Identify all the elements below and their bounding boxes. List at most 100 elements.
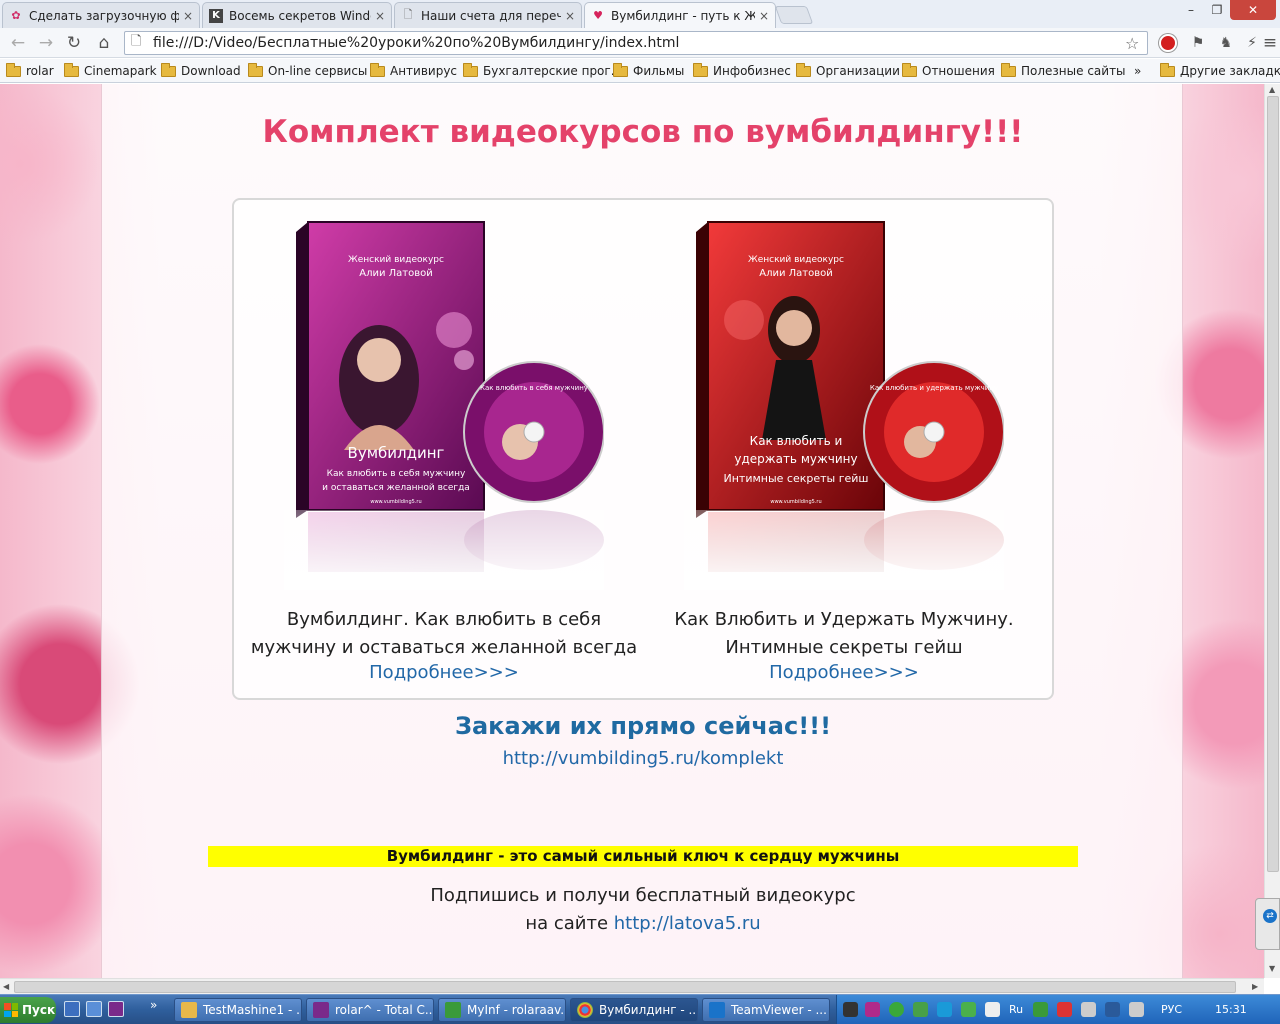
- bookmark-folder[interactable]: rolar: [6, 62, 54, 80]
- tray-skype-icon[interactable]: [937, 1002, 952, 1017]
- bookmark-folder[interactable]: Отношения: [902, 62, 995, 80]
- folder-icon: [370, 62, 385, 77]
- home-button[interactable]: ⌂: [92, 31, 116, 55]
- other-bookmarks[interactable]: Другие закладки: [1160, 62, 1280, 80]
- scroll-up-icon[interactable]: ▲: [1269, 85, 1275, 94]
- tray-check-icon[interactable]: [1033, 1002, 1048, 1017]
- reload-button[interactable]: ↻: [62, 31, 86, 55]
- tab-close-icon[interactable]: ×: [759, 9, 769, 23]
- bookmark-folder[interactable]: Инфобизнес: [693, 62, 791, 80]
- language-indicator[interactable]: РУС: [1161, 1003, 1182, 1016]
- url-input[interactable]: [153, 35, 1125, 51]
- tray-info-icon[interactable]: [889, 1002, 904, 1017]
- bookmark-folder[interactable]: Фильмы: [613, 62, 684, 80]
- order-title: Закажи их прямо сейчас!!!: [454, 712, 832, 740]
- box-label: Женский видеокурс: [748, 255, 844, 265]
- bookmark-folder[interactable]: On-line сервисы: [248, 62, 367, 80]
- horizontal-scrollbar[interactable]: ◀ ▶: [0, 978, 1264, 994]
- tray-update-icon[interactable]: [913, 1002, 928, 1017]
- tab-1[interactable]: ✿ Сделать загрузочную фл ×: [2, 2, 200, 28]
- tray-network-icon[interactable]: [1057, 1002, 1072, 1017]
- quicklaunch-overflow[interactable]: »: [150, 998, 166, 1014]
- teamviewer-panel-tab[interactable]: ⇄: [1255, 898, 1280, 950]
- k-favicon-icon: K: [209, 8, 223, 23]
- taskbar-button[interactable]: rolar^ - Total C...: [306, 998, 434, 1022]
- close-window-button[interactable]: ✕: [1230, 0, 1276, 20]
- tray-torrent-icon[interactable]: [961, 1002, 976, 1017]
- address-bar[interactable]: 🗋 ☆: [124, 31, 1148, 55]
- folder-icon: [248, 62, 263, 77]
- folder-icon: [1001, 62, 1016, 77]
- more-link[interactable]: Подробнее>>>: [644, 662, 1044, 683]
- tray-display-icon[interactable]: [1105, 1002, 1120, 1017]
- tab-close-icon[interactable]: ×: [565, 9, 575, 23]
- bookmark-label: Фильмы: [633, 64, 685, 78]
- subscribe-link[interactable]: http://latova5.ru: [614, 913, 761, 934]
- bookmark-folder[interactable]: Организации: [796, 62, 900, 80]
- browser-toolbar: ← → ↻ ⌂ 🗋 ☆ ⚑ ♞ ⚡ ≡: [0, 28, 1280, 58]
- box-author: Алии Латовой: [759, 268, 833, 279]
- scroll-right-icon[interactable]: ▶: [1252, 982, 1258, 991]
- bookmarks-overflow-button[interactable]: »: [1134, 62, 1141, 80]
- new-tab-button[interactable]: [774, 6, 814, 24]
- scroll-thumb[interactable]: [1267, 96, 1279, 872]
- explorer-icon[interactable]: [86, 1001, 102, 1017]
- taskbar-button[interactable]: TeamViewer - ...: [702, 998, 830, 1022]
- tab-close-icon[interactable]: ×: [375, 9, 385, 23]
- clock[interactable]: 15:31: [1215, 1003, 1247, 1016]
- product-card: Женский видеокурс Алии Латовой Как влюби…: [644, 212, 1044, 683]
- forward-button[interactable]: →: [34, 31, 58, 55]
- bookmark-label: Отношения: [922, 64, 995, 78]
- page-headline: Комплект видеокурсов по вумбилдингу!!!: [262, 114, 1024, 150]
- minimize-button[interactable]: –: [1178, 0, 1204, 20]
- tray-lang-short[interactable]: Ru: [1009, 1003, 1023, 1016]
- flower-favicon-icon: ✿: [11, 9, 21, 22]
- taskbar-button[interactable]: TestMashine1 - ...: [174, 998, 302, 1022]
- bookmark-folder[interactable]: Download: [161, 62, 241, 80]
- show-desktop-icon[interactable]: [64, 1001, 80, 1017]
- order-link[interactable]: http://vumbilding5.ru/komplekt: [102, 748, 1184, 769]
- tab-4-active[interactable]: ♥ Вумбилдинг - путь к Жен ×: [584, 2, 776, 28]
- scroll-down-icon[interactable]: ▼: [1269, 964, 1275, 973]
- dvd-box-image[interactable]: Женский видеокурс Алии Латовой Как влюби…: [684, 220, 1004, 590]
- taskbar-button-active[interactable]: Вумбилдинг - ...: [570, 998, 698, 1022]
- bookmark-label: Бухгалтерские прог...: [483, 64, 623, 78]
- tab-2[interactable]: K Восемь секретов Window ×: [202, 2, 392, 28]
- taskbar-button[interactable]: MyInf - rolaraav...: [438, 998, 566, 1022]
- taskbar: Пуск » TestMashine1 - ... rolar^ - Total…: [0, 994, 1280, 1024]
- more-link[interactable]: Подробнее>>>: [244, 662, 644, 683]
- start-button[interactable]: Пуск: [0, 997, 56, 1023]
- bookmark-folder[interactable]: Бухгалтерские прог...: [463, 62, 622, 80]
- tray-wifi-icon[interactable]: [985, 1002, 1000, 1017]
- star-bookmark-icon[interactable]: ☆: [1125, 34, 1147, 53]
- folder-icon: [796, 62, 811, 77]
- bookmark-folder[interactable]: Cinemapark: [64, 62, 157, 80]
- disc-text: Как влюбить и удержать мужчину: [870, 384, 998, 392]
- back-button[interactable]: ←: [6, 31, 30, 55]
- save-disk-icon[interactable]: [108, 1001, 124, 1017]
- box-author: Алии Латовой: [359, 268, 433, 279]
- teamviewer-icon: ⇄: [1263, 909, 1277, 923]
- tray-hat-icon[interactable]: [843, 1002, 858, 1017]
- restore-button[interactable]: ❐: [1204, 0, 1230, 20]
- extension-icon[interactable]: ♞: [1214, 31, 1238, 55]
- product-name-line: Как Влюбить и Удержать Мужчину.: [674, 609, 1014, 630]
- tray-speaker-icon[interactable]: [1081, 1002, 1096, 1017]
- system-tray: Ru РУС 15:31: [836, 995, 1280, 1024]
- vertical-scrollbar[interactable]: ▲ ▼: [1264, 84, 1280, 978]
- bookmark-folder[interactable]: Антивирус: [370, 62, 457, 80]
- bookmark-folder[interactable]: Полезные сайты: [1001, 62, 1126, 80]
- menu-icon[interactable]: ≡: [1258, 31, 1280, 55]
- dvd-box-image[interactable]: Женский видеокурс Алии Латовой Вумбилдин…: [284, 220, 604, 590]
- tab-3[interactable]: 🗋 Наши счета для перечис ×: [394, 2, 582, 28]
- folder-icon: [64, 62, 79, 77]
- tray-volume-icon[interactable]: [1129, 1002, 1144, 1017]
- scroll-thumb[interactable]: [14, 981, 1236, 993]
- tray-feather-icon[interactable]: [865, 1002, 880, 1017]
- subscribe-block: Подпишись и получи бесплатный видеокурс …: [102, 882, 1184, 938]
- tab-close-icon[interactable]: ×: [183, 9, 193, 23]
- extension-icon[interactable]: ⚑: [1186, 31, 1210, 55]
- box-subtitle: Интимные секреты гейш: [724, 472, 869, 485]
- adblock-extension-icon[interactable]: [1156, 31, 1180, 55]
- scroll-left-icon[interactable]: ◀: [3, 982, 9, 991]
